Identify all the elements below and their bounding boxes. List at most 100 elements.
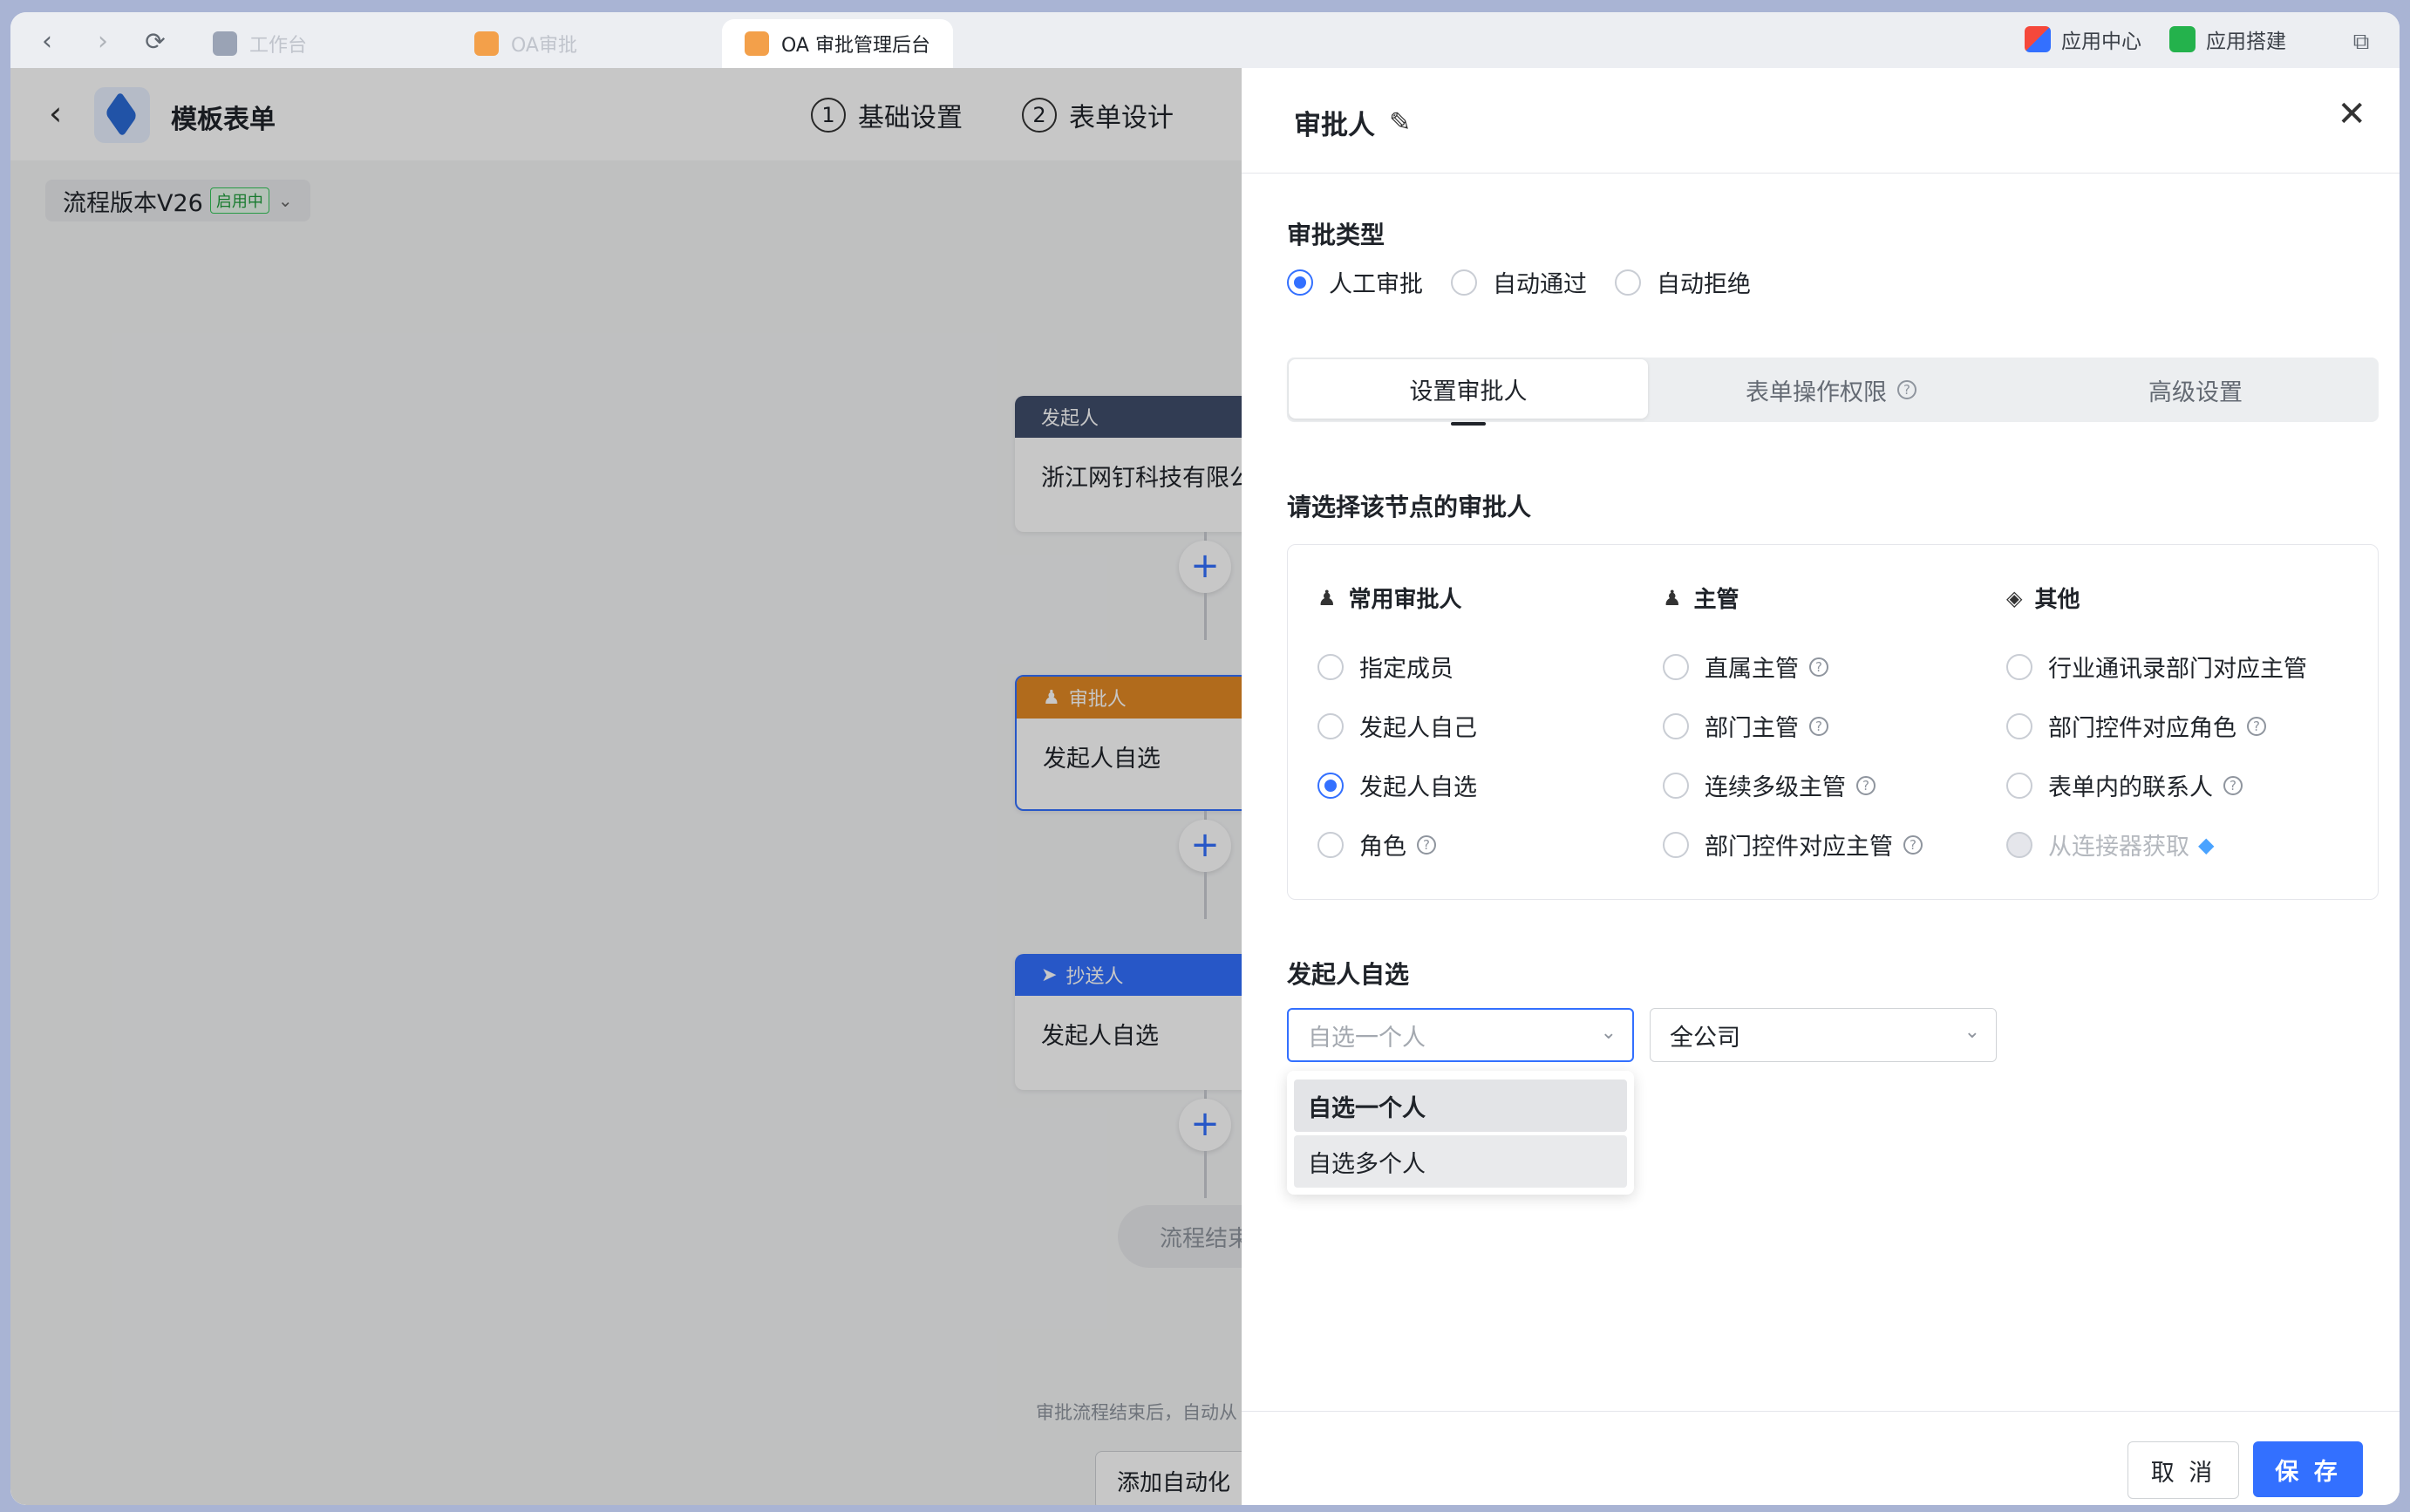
radio-label: 自动拒绝: [1657, 271, 1751, 298]
select-approver-title: 请选择该节点的审批人: [1287, 493, 1532, 521]
tab-form-permission[interactable]: 表单操作权限 ?: [1650, 358, 2012, 422]
approver-drawer: 审批人 ✎ ✕ 审批类型 人工审批 自动通过 自动拒绝 设置审批人 表单操作权限…: [1242, 68, 2400, 1505]
app-builder-label: 应用搭建: [2206, 31, 2286, 53]
option-industry-dept-supervisor[interactable]: 行业通讯录部门对应主管: [2006, 650, 2307, 684]
close-icon[interactable]: ✕: [2337, 94, 2366, 134]
radio-label: 部门控件对应角色: [2048, 715, 2236, 742]
help-icon[interactable]: ?: [2223, 775, 2243, 795]
dropdown-option-one[interactable]: 自选一个人: [1294, 1080, 1627, 1132]
option-role[interactable]: 角色?: [1317, 828, 1436, 862]
dropdown-option-many[interactable]: 自选多个人: [1294, 1135, 1627, 1188]
browser-tab-oa[interactable]: OA审批: [474, 19, 577, 68]
radio-label: 表单内的联系人: [2048, 774, 2213, 801]
forward-icon[interactable]: ›: [89, 28, 117, 56]
help-icon[interactable]: ?: [1809, 657, 1828, 677]
help-icon[interactable]: ?: [1897, 380, 1916, 399]
app-builder-button[interactable]: 应用搭建: [2169, 24, 2286, 54]
tab-label: OA审批: [511, 35, 577, 57]
help-icon[interactable]: ?: [2247, 716, 2266, 736]
radio-unchecked[interactable]: [2006, 712, 2032, 739]
radio-unchecked[interactable]: [1663, 831, 1689, 858]
oa-app-icon: [474, 31, 499, 56]
radio-checked[interactable]: [1317, 772, 1344, 799]
segmented-tabs: 设置审批人 表单操作权限 ? 高级设置: [1287, 358, 2379, 422]
option-form-contact[interactable]: 表单内的联系人?: [2006, 768, 2243, 802]
radio-label: 部门主管: [1705, 715, 1799, 742]
app-center-button[interactable]: 应用中心: [2025, 24, 2141, 54]
tab-advanced-settings[interactable]: 高级设置: [2014, 358, 2377, 422]
self-select-mode-dropdown[interactable]: 自选一个人 ⌄: [1287, 1008, 1634, 1062]
column-header-common: ♟ 常用审批人: [1317, 582, 1462, 614]
refresh-icon[interactable]: ⟳: [141, 28, 169, 56]
approval-type-title: 审批类型: [1287, 221, 1385, 249]
select-value: 自选一个人: [1308, 1024, 1426, 1052]
back-icon[interactable]: ‹: [33, 28, 61, 56]
radio-label: 指定成员: [1359, 656, 1453, 683]
radio-manual-approval[interactable]: 人工审批: [1287, 265, 1423, 299]
column-title: 主管: [1693, 587, 1739, 613]
option-initiator-choose[interactable]: 发起人自选: [1317, 768, 1477, 802]
radio-unchecked[interactable]: [1663, 653, 1689, 680]
app-builder-icon: [2169, 26, 2196, 52]
approver-options-box: ♟ 常用审批人 指定成员 发起人自己 发起人自选 角色? ♟ 主管 直属主管? …: [1287, 544, 2379, 900]
self-select-options-menu: 自选一个人 自选多个人: [1287, 1071, 1634, 1195]
column-title: 其他: [2034, 587, 2080, 613]
external-window-icon[interactable]: ⧉: [2347, 28, 2375, 56]
option-dept-supervisor[interactable]: 部门主管?: [1663, 709, 1828, 743]
cancel-button[interactable]: 取 消: [2127, 1441, 2239, 1499]
browser-tab-workbench[interactable]: 工作台: [213, 19, 307, 68]
radio-label: 自动通过: [1493, 271, 1587, 298]
tab-label: 工作台: [249, 35, 308, 57]
radio-unchecked[interactable]: [1317, 653, 1344, 680]
browser-tab-oa-admin[interactable]: OA 审批管理后台: [722, 19, 953, 68]
radio-label: 角色: [1359, 834, 1406, 861]
supervisor-icon: ♟: [1663, 585, 1682, 610]
radio-unchecked[interactable]: [1317, 831, 1344, 858]
radio-unchecked[interactable]: [1663, 712, 1689, 739]
radio-unchecked[interactable]: [1451, 269, 1477, 296]
radio-unchecked[interactable]: [2006, 772, 2032, 799]
radio-unchecked[interactable]: [2006, 653, 2032, 680]
tab-label: 表单操作权限: [1746, 378, 1887, 406]
option-from-connector: 从连接器获取 ◆: [2006, 828, 2214, 862]
radio-label: 部门控件对应主管: [1705, 834, 1893, 861]
app-center-label: 应用中心: [2061, 31, 2141, 53]
radio-unchecked[interactable]: [1663, 772, 1689, 799]
radio-label: 发起人自己: [1359, 715, 1477, 742]
self-select-title: 发起人自选: [1287, 960, 1410, 989]
scope-dropdown[interactable]: 全公司 ⌄: [1650, 1008, 1997, 1062]
radio-unchecked[interactable]: [1317, 712, 1344, 739]
option-multilevel-supervisor[interactable]: 连续多级主管?: [1663, 768, 1876, 802]
column-header-other: ◈ 其他: [2006, 582, 2080, 614]
chevron-down-icon: ⌄: [1600, 1022, 1617, 1044]
column-title: 常用审批人: [1348, 587, 1462, 613]
tab-label: 高级设置: [2148, 378, 2243, 406]
radio-label: 行业通讯录部门对应主管: [2048, 656, 2307, 683]
edit-pencil-icon[interactable]: ✎: [1389, 107, 1411, 138]
radio-disabled: [2006, 831, 2032, 858]
help-icon[interactable]: ?: [1417, 834, 1436, 855]
help-icon[interactable]: ?: [1903, 834, 1923, 855]
user-icon: ♟: [1317, 585, 1337, 610]
radio-unchecked[interactable]: [1615, 269, 1641, 296]
diamond-icon: ◆: [2198, 832, 2215, 857]
save-button[interactable]: 保 存: [2253, 1441, 2363, 1497]
option-designated-member[interactable]: 指定成员: [1317, 650, 1453, 684]
radio-label: 从连接器获取: [2048, 834, 2189, 861]
app-center-icon: [2025, 26, 2051, 52]
radio-auto-reject[interactable]: 自动拒绝: [1615, 265, 1751, 299]
option-direct-supervisor[interactable]: 直属主管?: [1663, 650, 1828, 684]
radio-label: 连续多级主管: [1705, 774, 1846, 801]
option-dept-control-supervisor[interactable]: 部门控件对应主管?: [1663, 828, 1923, 862]
option-dept-control-role[interactable]: 部门控件对应角色?: [2006, 709, 2266, 743]
radio-auto-pass[interactable]: 自动通过: [1451, 265, 1587, 299]
drawer-header: 审批人 ✎ ✕: [1242, 68, 2400, 174]
help-icon[interactable]: ?: [1809, 716, 1828, 736]
radio-checked[interactable]: [1287, 269, 1313, 296]
select-value: 全公司: [1670, 1024, 1740, 1052]
chevron-down-icon: ⌄: [1964, 1021, 1980, 1043]
option-initiator-self[interactable]: 发起人自己: [1317, 709, 1477, 743]
layers-icon: ◈: [2006, 585, 2023, 610]
help-icon[interactable]: ?: [1856, 775, 1876, 795]
tab-set-approver[interactable]: 设置审批人: [1289, 359, 1648, 419]
